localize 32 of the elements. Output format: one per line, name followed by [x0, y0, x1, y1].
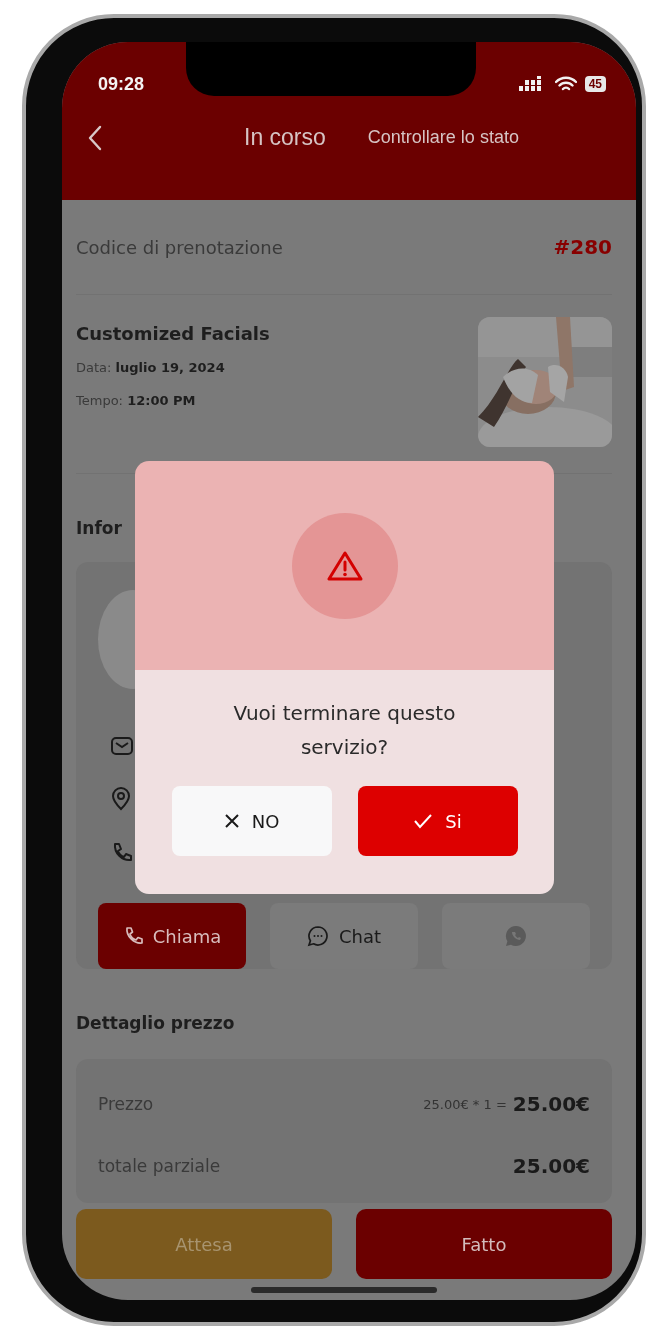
cancel-button[interactable]: NO [171, 786, 332, 856]
chat-button[interactable]: Chat [270, 903, 418, 969]
price-formula: 25.00€ * 1 = [423, 1096, 507, 1112]
back-chevron-icon [88, 124, 102, 151]
check-icon [413, 813, 434, 829]
booking-code-label: Codice di prenotazione [76, 236, 283, 258]
price-amount: 25.00€ [512, 1092, 590, 1116]
back-button[interactable] [88, 124, 102, 151]
check-status-link[interactable]: Controllare lo stato [367, 127, 519, 148]
section-title: Dettaglio prezzo [76, 1012, 236, 1035]
clock-time: 09:28 [98, 73, 145, 95]
mail-icon [110, 735, 134, 757]
service-name: Customized Facials [76, 323, 270, 344]
confirm-button[interactable]: Si [357, 786, 518, 856]
section-title: Infor [76, 517, 123, 540]
wifi-icon [554, 76, 577, 92]
location-pin-icon [110, 787, 132, 811]
whatsapp-icon [505, 925, 527, 947]
booking-code: #280 [553, 235, 612, 259]
price-label: Prezzo [98, 1094, 154, 1114]
dialog-message: Vuoi terminare questo servizio? [232, 700, 457, 761]
done-button[interactable]: Fatto [356, 1209, 612, 1279]
battery-level: 45 [584, 76, 606, 92]
call-button[interactable]: Chiama [98, 903, 246, 969]
service-detail: Data: luglio 19, 2024 [76, 360, 226, 375]
warning-icon [326, 549, 363, 582]
price-label: totale parziale [98, 1156, 221, 1176]
close-icon [223, 813, 240, 829]
price-amount: 25.00€ [512, 1154, 590, 1178]
chat-bubble-icon [306, 925, 329, 947]
page-title: In corso [244, 124, 326, 151]
service-detail: Tempo: 12:00 PM [76, 393, 197, 408]
